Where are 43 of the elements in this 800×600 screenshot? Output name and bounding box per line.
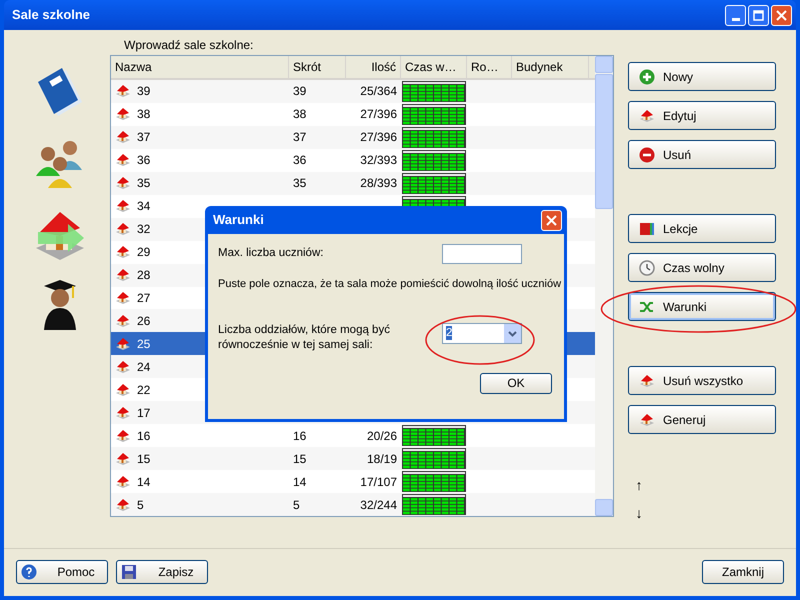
table-cell-text: 35 xyxy=(137,175,150,192)
hint-text: Puste pole oznacza, że ta sala może pomieścić dowolną ilość uczniów xyxy=(218,277,562,292)
table-cell-text: 36 xyxy=(137,152,150,170)
table-cell-text: 27 xyxy=(137,290,150,307)
table-cell-text: 29 xyxy=(137,244,150,262)
dialog-title: Warunki xyxy=(213,211,264,230)
table-cell-text: 25 xyxy=(137,336,150,353)
classes-label: Liczba oddziałów, które mogą być równocześnie w tej samej sali: xyxy=(218,322,391,352)
table-cell-text: 20/26 xyxy=(366,428,397,445)
table-cell-text: 15 xyxy=(137,450,150,468)
table-cell-text: 32 xyxy=(137,221,150,238)
table-cell-text: 38 xyxy=(137,106,150,124)
table-cell-text: 17/107 xyxy=(360,474,397,491)
table-cell: 16 xyxy=(293,428,306,443)
table-cell-text: 32/244 xyxy=(360,496,397,514)
max-students-label: Max. liczba uczniów: xyxy=(218,246,324,262)
table-cell: 5 xyxy=(293,498,300,512)
table-cell-text: 17 xyxy=(137,404,150,422)
table-cell-text: 34 xyxy=(137,198,150,216)
table-cell-text: 5 xyxy=(137,496,144,514)
list-label: Wprowadź sale szkolne: xyxy=(123,37,254,52)
table-cell: 39 xyxy=(293,84,306,98)
window-title: Sale szkolne xyxy=(11,6,90,24)
table-cell: 14 xyxy=(293,474,306,489)
table-cell-text: 27/396 xyxy=(360,129,397,146)
table-cell-text: 32/393 xyxy=(360,152,397,170)
table-cell-text: 37 xyxy=(137,129,150,146)
table-cell-text: 39 xyxy=(137,83,150,100)
table-cell-text: 22 xyxy=(137,382,150,399)
table-cell: 15 xyxy=(293,452,306,466)
table-cell-text: 18/19 xyxy=(366,450,397,468)
table-cell-text: 26 xyxy=(137,312,150,330)
table-cell: 36 xyxy=(293,153,306,168)
table-cell: 35 xyxy=(293,176,306,190)
table-cell-text: 28 xyxy=(137,267,150,284)
table-cell-text: 14 xyxy=(137,474,150,491)
table-cell: 37 xyxy=(293,130,306,144)
table-cell-text: 28/393 xyxy=(360,175,397,192)
table-cell-text: 16 xyxy=(137,428,150,445)
table-cell-text: 24 xyxy=(137,358,150,376)
table-cell-text: 25/364 xyxy=(360,83,397,100)
table-cell-text: 27/396 xyxy=(360,106,397,124)
table-cell: 38 xyxy=(293,107,306,122)
